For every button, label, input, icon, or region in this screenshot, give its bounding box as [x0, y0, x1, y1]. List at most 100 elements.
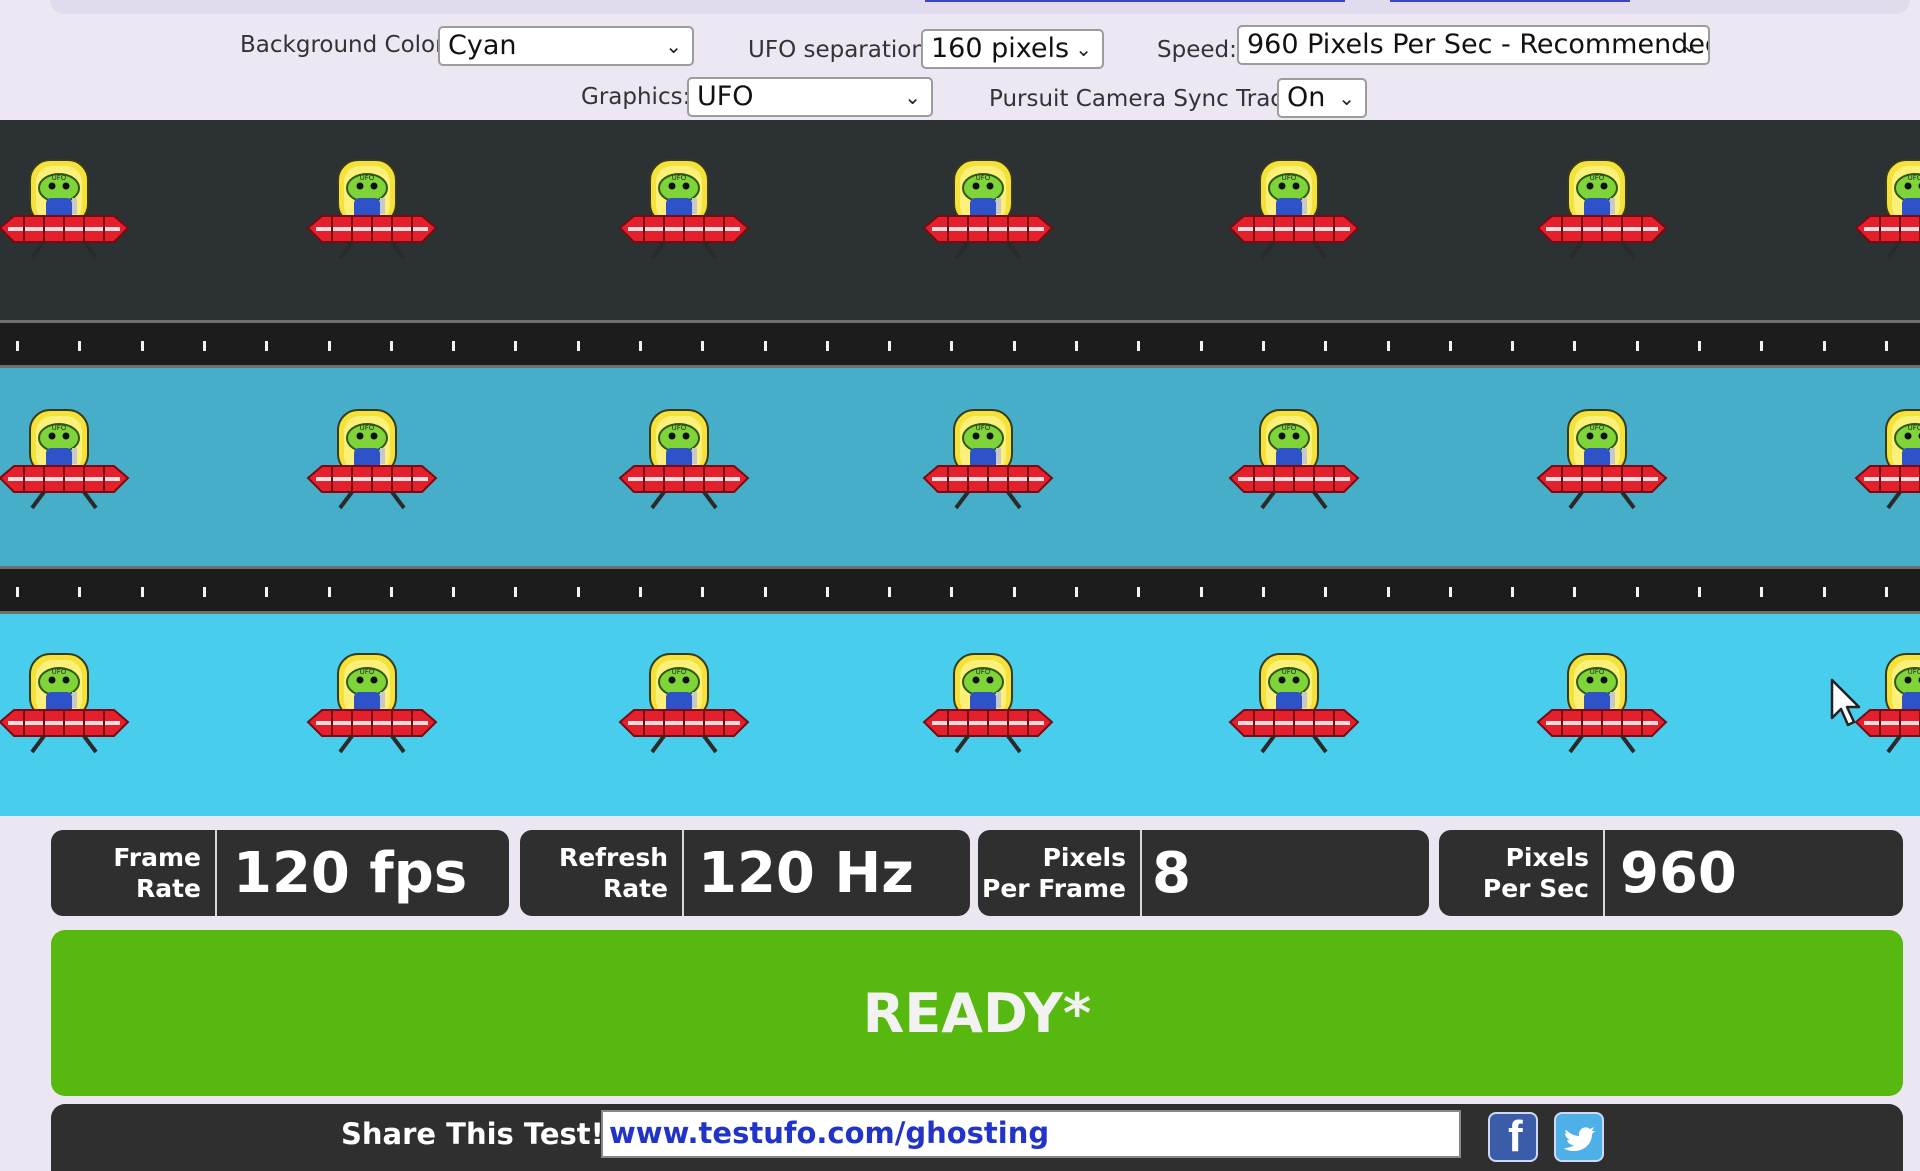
svg-text:UFO: UFO [52, 424, 67, 432]
svg-text:UFO: UFO [1908, 174, 1920, 182]
sync-track-tick [390, 341, 393, 351]
ufo-alien-icon: UFO [1224, 408, 1364, 528]
share-label: Share This Test! [341, 1117, 604, 1151]
sync-track-tick [16, 587, 19, 597]
ufo-alien-icon: UFO [614, 652, 754, 772]
pursuit-camera-select[interactable]: On ⌄ [1277, 78, 1367, 118]
mouse-cursor-icon [1830, 678, 1861, 727]
ufo-separation-value: 160 pixels [931, 33, 1070, 64]
svg-text:UFO: UFO [976, 668, 991, 676]
svg-text:UFO: UFO [360, 424, 375, 432]
sync-track-tick [1200, 587, 1203, 597]
sync-track-tick [328, 587, 331, 597]
sync-track-tick [764, 587, 767, 597]
sync-track-tick [1324, 341, 1327, 351]
speed-select[interactable]: 960 Pixels Per Sec - Recommended ⌄ [1237, 25, 1710, 65]
sync-track-tick [203, 341, 206, 351]
twitter-icon[interactable] [1554, 1112, 1604, 1162]
ufo-separation-select[interactable]: 160 pixels ⌄ [921, 29, 1104, 69]
svg-text:UFO: UFO [52, 174, 67, 182]
sync-track-tick [639, 587, 642, 597]
pixels-per-frame-value: 8 [1152, 840, 1191, 906]
refresh-rate-label: Refresh Rate [520, 830, 684, 916]
svg-text:UFO: UFO [1908, 424, 1920, 432]
top-link-underline [1390, 0, 1630, 2]
sync-track-tick [1013, 341, 1016, 351]
ufo-alien-icon: UFO [302, 408, 442, 528]
sync-track-tick [1449, 587, 1452, 597]
sync-track-tick [1760, 341, 1763, 351]
svg-text:UFO: UFO [1282, 668, 1297, 676]
sync-track-tick [1636, 587, 1639, 597]
sync-track-tick [514, 341, 517, 351]
sync-track-tick [452, 587, 455, 597]
sync-track-tick [390, 587, 393, 597]
facebook-icon[interactable]: f [1488, 1112, 1538, 1162]
sync-track-tick [78, 341, 81, 351]
sync-track-tick [1698, 341, 1701, 351]
pixels-per-frame-label: Pixels Per Frame [978, 830, 1142, 916]
svg-text:UFO: UFO [1590, 668, 1605, 676]
background-color-label: Background Color: [240, 32, 452, 58]
ufo-alien-icon: UFO [302, 652, 442, 772]
svg-text:UFO: UFO [672, 174, 687, 182]
svg-text:UFO: UFO [976, 174, 991, 182]
sync-track-tick [577, 341, 580, 351]
share-url-field[interactable]: www.testufo.com/ghosting [601, 1110, 1461, 1158]
test-lane-dark: UFO UFO UFO UFO UFO UFO UFO [0, 120, 1920, 322]
chevron-down-icon: ⌄ [1075, 37, 1092, 61]
sync-track-tick [1387, 341, 1390, 351]
sync-track-tick [1573, 587, 1576, 597]
sync-track-tick [1137, 587, 1140, 597]
pixels-per-sec-panel: Pixels Per Sec 960 [1439, 830, 1903, 916]
test-lane-light-cyan: UFO UFO UFO UFO UFO UFO UFO [0, 614, 1920, 816]
ufo-alien-icon: UFO [614, 158, 754, 278]
sync-track-tick [265, 341, 268, 351]
ufo-alien-icon: UFO [1224, 652, 1364, 772]
svg-text:UFO: UFO [360, 174, 375, 182]
sync-track-tick [1511, 341, 1514, 351]
graphics-label: Graphics: [581, 84, 691, 110]
frame-rate-label: Frame Rate [51, 830, 217, 916]
graphics-select[interactable]: UFO ⌄ [687, 77, 933, 117]
chevron-down-icon: ⌄ [1338, 86, 1355, 110]
ufo-alien-icon: UFO [918, 652, 1058, 772]
sync-track-tick [1075, 341, 1078, 351]
svg-text:UFO: UFO [1282, 424, 1297, 432]
sync-track-tick [1449, 341, 1452, 351]
sync-track-tick [1823, 587, 1826, 597]
ufo-alien-icon: UFO [1224, 158, 1364, 278]
svg-text:UFO: UFO [1282, 174, 1297, 182]
background-color-select[interactable]: Cyan ⌄ [438, 26, 694, 66]
sync-track-tick [888, 341, 891, 351]
sync-track-tick [1885, 341, 1888, 351]
ufo-alien-icon: UFO [0, 158, 134, 278]
sync-track-tick [1511, 587, 1514, 597]
ufo-alien-icon: UFO [0, 408, 134, 528]
ufo-alien-icon: UFO [614, 408, 754, 528]
sync-track-tick [328, 341, 331, 351]
top-strip [50, 0, 1910, 14]
pursuit-camera-label: Pursuit Camera Sync Track: [989, 86, 1305, 112]
sync-track-tick [826, 341, 829, 351]
sync-track-tick [826, 587, 829, 597]
refresh-rate-value: 120 Hz [698, 840, 914, 906]
sync-track-tick [141, 587, 144, 597]
chevron-down-icon: ⌄ [665, 34, 682, 58]
sync-track-tick [1885, 587, 1888, 597]
ufo-alien-icon: UFO [302, 158, 442, 278]
svg-text:UFO: UFO [1908, 668, 1920, 676]
sync-track-tick [1387, 587, 1390, 597]
sync-track-tick [1760, 587, 1763, 597]
sync-track-tick [78, 587, 81, 597]
sync-track-tick [1636, 341, 1639, 351]
speed-label: Speed: [1157, 37, 1237, 63]
svg-text:UFO: UFO [976, 424, 991, 432]
chevron-down-icon: ⌄ [904, 85, 921, 109]
test-lane-medium-cyan: UFO UFO UFO UFO UFO UFO UFO [0, 368, 1920, 566]
chevron-down-icon: ⌄ [1681, 33, 1698, 57]
frame-rate-value: 120 fps [233, 840, 468, 906]
pixels-per-sec-value: 960 [1620, 840, 1737, 906]
sync-track-tick [452, 341, 455, 351]
ufo-alien-icon: UFO [0, 652, 134, 772]
